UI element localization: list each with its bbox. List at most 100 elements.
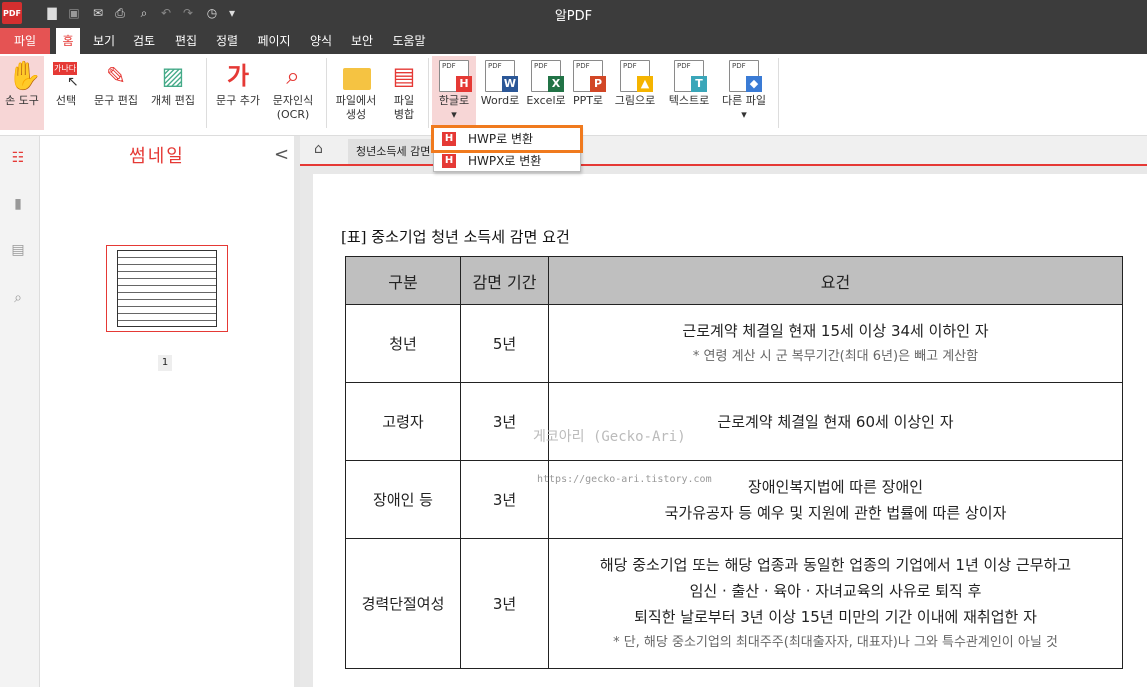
to-text-label: 텍스트로	[668, 94, 710, 107]
watermark: 게코아리 (Gecko-Ari)	[533, 429, 686, 445]
chevron-down-icon: ▾	[741, 108, 747, 121]
ppt-file-icon: PDF P	[573, 60, 606, 92]
hand-tool-button[interactable]: ✋ 손 도구	[0, 56, 44, 130]
requirements-table: 구분 감면 기간 요건 청년 5년 근로계약 체결일 현재 15세 이상 34세…	[345, 256, 1123, 669]
merge-icon: ▤	[392, 62, 416, 90]
row-requirement: 근로계약 체결일 현재 60세 이상인 자	[548, 382, 1123, 461]
text-file-icon: PDF T	[674, 60, 707, 92]
excel-file-icon: PDF X	[531, 60, 564, 92]
row-period: 3년	[460, 460, 549, 539]
select-icon: 가나다 ↖	[53, 62, 79, 90]
add-text-button[interactable]: 가 문구 추가	[212, 56, 264, 130]
requirement-line: 근로계약 체결일 현재 15세 이상 34세 이하인 자	[682, 321, 989, 340]
other-file-button[interactable]: PDF ◆ 다른 파일 ▾	[716, 56, 772, 130]
tab-view[interactable]: 보기	[88, 28, 120, 54]
row-category: 청년	[345, 304, 461, 383]
thumbnail-title: 썸네일	[129, 146, 185, 167]
text-edit-button[interactable]: ✎ 문구 편집	[90, 56, 142, 130]
ribbon-separator	[206, 58, 207, 128]
image-file-icon: PDF ▲	[620, 60, 653, 92]
bookmark-icon[interactable]: ▮	[10, 196, 26, 212]
convert-hwpx-label: HWPX로 변환	[468, 154, 542, 168]
ocr-label-1: 문자인식	[272, 94, 314, 107]
ocr-button[interactable]: ⌕ 문자인식 (OCR)	[268, 56, 318, 130]
menu-bar: 파일 홈 보기 검토 편집 정렬 페이지 양식 보안 도움말	[0, 28, 1147, 54]
select-label: 선택	[55, 94, 77, 107]
watermark-url: https://gecko-ari.tistory.com	[537, 474, 712, 485]
hwp-icon: H	[442, 132, 456, 146]
create-from-file-button[interactable]: 파일에서 생성	[332, 56, 380, 130]
to-word-button[interactable]: PDF W Word로	[478, 56, 522, 130]
tab-help[interactable]: 도움말	[387, 28, 431, 54]
header-period: 감면 기간	[460, 256, 549, 305]
chevron-down-icon: ▾	[451, 108, 457, 121]
hand-tool-label: 손 도구	[5, 94, 39, 107]
requirement-line: 임신 · 출산 · 육아 · 자녀교육의 사유로 퇴직 후	[689, 581, 982, 600]
merge-label-1: 파일	[393, 94, 415, 107]
convert-hwpx-item[interactable]: H HWPX로 변환	[434, 150, 580, 172]
row-category: 고령자	[345, 382, 461, 461]
to-image-button[interactable]: PDF ▲ 그림으로	[610, 56, 660, 130]
thumbnail-list-icon[interactable]: ☷	[10, 150, 26, 166]
tab-form[interactable]: 양식	[305, 28, 337, 54]
tab-review[interactable]: 검토	[128, 28, 160, 54]
to-hangul-label: 한글로	[438, 94, 470, 107]
row-category: 경력단절여성	[345, 538, 461, 669]
collapse-panel-icon[interactable]: <	[274, 144, 289, 165]
to-ppt-label: PPT로	[572, 94, 604, 107]
to-word-label: Word로	[480, 94, 520, 107]
object-edit-button[interactable]: ▨ 개체 편집	[146, 56, 200, 130]
page-thumbnail[interactable]	[106, 245, 228, 332]
to-hangul-button[interactable]: PDF H 한글로 ▾	[432, 56, 476, 130]
to-image-label: 그림으로	[614, 94, 656, 107]
select-button[interactable]: 가나다 ↖ 선택	[48, 56, 84, 130]
table-caption: [표] 중소기업 청년 소득세 감면 요건	[341, 228, 570, 246]
ribbon-separator	[778, 58, 779, 128]
document-area: ⌂ 청년소득세 감면 [표] 중소기업 청년 소득세 감면 요건 구분 감면 기…	[300, 136, 1147, 687]
row-period: 3년	[460, 538, 549, 669]
merge-label-2: 병합	[393, 108, 415, 121]
to-excel-button[interactable]: PDF X Excel로	[524, 56, 568, 130]
create-label-1: 파일에서	[335, 94, 377, 107]
table-header-row: 구분 감면 기간 요건	[345, 256, 1123, 305]
row-period: 5년	[460, 304, 549, 383]
convert-hwp-label: HWP로 변환	[468, 132, 534, 146]
folder-icon	[341, 60, 371, 92]
merge-button[interactable]: ▤ 파일 병합	[386, 56, 422, 130]
to-ppt-button[interactable]: PDF P PPT로	[570, 56, 606, 130]
tab-security[interactable]: 보안	[346, 28, 378, 54]
to-text-button[interactable]: PDF T 텍스트로	[664, 56, 714, 130]
comment-icon[interactable]: ▤	[10, 242, 26, 258]
to-excel-label: Excel로	[526, 94, 566, 107]
tab-page[interactable]: 페이지	[252, 28, 296, 54]
row-requirement: 근로계약 체결일 현재 15세 이상 34세 이하인 자 * 연령 계산 시 군…	[548, 304, 1123, 383]
table-row: 경력단절여성 3년 해당 중소기업 또는 해당 업종과 동일한 업종의 기업에서…	[345, 538, 1123, 669]
tab-home[interactable]: 홈	[56, 28, 80, 54]
title-bar: PDF ▇ ▣ ✉ ⎙ ⌕ ↶ ↷ ◷ ▾ 알PDF	[0, 0, 1147, 28]
requirement-note: * 연령 계산 시 군 복무기간(최대 6년)은 빼고 계산함	[692, 348, 979, 364]
convert-hwp-item[interactable]: H HWP로 변환	[431, 125, 583, 153]
tab-file[interactable]: 파일	[0, 28, 50, 54]
search-icon[interactable]: ⌕	[10, 290, 26, 306]
document-tab-bar: ⌂ 청년소득세 감면	[300, 136, 1147, 166]
thumbnail-preview	[117, 250, 217, 327]
left-toolbar: ☷ ▮ ▤ ⌕	[0, 136, 40, 687]
tab-arrange[interactable]: 정렬	[211, 28, 243, 54]
create-label-2: 생성	[345, 108, 367, 121]
table-row: 장애인 등 3년 장애인복지법에 따른 장애인 국가유공자 등 예우 및 지원에…	[345, 460, 1123, 539]
hwp-file-icon: PDF H	[439, 60, 472, 92]
table-row: 청년 5년 근로계약 체결일 현재 15세 이상 34세 이하인 자 * 연령 …	[345, 304, 1123, 383]
tab-edit[interactable]: 편집	[170, 28, 202, 54]
ocr-label-2: (OCR)	[276, 108, 310, 121]
text-edit-label: 문구 편집	[94, 94, 138, 107]
text-edit-icon: ✎	[105, 62, 127, 90]
row-category: 장애인 등	[345, 460, 461, 539]
hand-icon: ✋	[7, 59, 42, 92]
hangul-dropdown-menu: H HWP로 변환 H HWPX로 변환	[431, 125, 583, 172]
requirement-note: * 단, 해당 중소기업의 최대주주(최대출자자, 대표자)나 그와 특수관계인…	[613, 634, 1058, 650]
requirement-line: 국가유공자 등 예우 및 지원에 관한 법률에 따른 상이자	[664, 503, 1007, 522]
home-icon[interactable]: ⌂	[314, 141, 323, 157]
object-edit-icon: ▨	[161, 62, 185, 90]
ocr-icon: ⌕	[286, 62, 300, 90]
table-row: 고령자 3년 근로계약 체결일 현재 60세 이상인 자	[345, 382, 1123, 461]
